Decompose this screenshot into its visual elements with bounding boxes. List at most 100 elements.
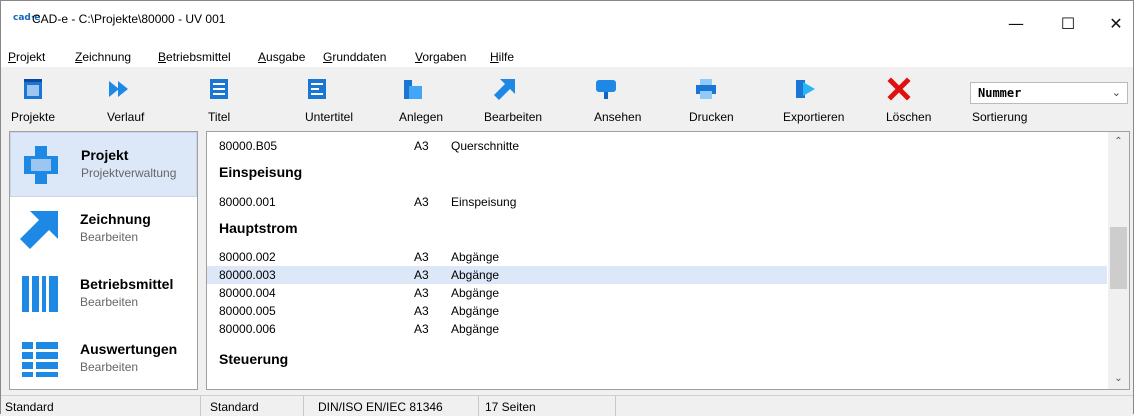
scroll-up-icon[interactable]: ⌃ [1108,132,1129,152]
sheet-format: A3 [414,322,429,336]
printer-icon [696,79,716,99]
sheet-description: Abgänge [451,286,500,300]
sheet-format: A3 [414,250,429,264]
status-bar: Standard Standard DIN/ISO EN/IEC 81346 1… [1,395,1133,416]
sheet-description: Querschnitte [451,139,520,153]
list-item[interactable]: 80000.B05 A3 Querschnitte [207,137,1107,155]
sheet-format: A3 [414,195,429,209]
sheet-list: 80000.B05 A3 Querschnitte Einspeisung 80… [206,131,1130,390]
status-cell-standard: Standard [1,396,201,416]
drawing-arrow-icon [20,211,58,249]
nav-item-subtitle: Bearbeiten [80,295,139,309]
menu-vorgaben[interactable]: Vorgaben [415,50,466,64]
nav-item-projekt[interactable]: Projekt Projektverwaltung [10,132,197,197]
history-forward-icon [109,81,128,97]
verlauf-label: Verlauf [107,110,145,124]
sheet-description: Abgänge [451,322,500,336]
menu-ausgabe[interactable]: Ausgabe [258,50,305,64]
list-item[interactable]: 80000.002 A3 Abgänge [207,248,1107,266]
drucken-label: Drucken [689,110,734,124]
nav-item-title: Projekt [81,147,129,163]
nav-item-betriebsmittel[interactable]: Betriebsmittel Bearbeiten [10,262,197,327]
projekte-label: Projekte [11,110,56,124]
sort-select[interactable]: Nummer ⌄ [970,82,1128,104]
untertitel-button[interactable]: Untertitel [291,67,371,127]
scroll-thumb[interactable] [1110,227,1127,289]
subtitle-sheet-icon [308,79,326,99]
nav-item-subtitle: Projektverwaltung [81,166,177,180]
title-sheet-icon [210,79,228,99]
exportieren-label: Exportieren [783,110,845,124]
titel-button[interactable]: Titel [201,67,261,127]
sheet-format: A3 [414,304,429,318]
minimize-button[interactable]: — [993,1,1039,45]
sheet-description: Abgänge [451,250,500,264]
sheet-format: A3 [414,268,429,282]
group-header[interactable]: Steuerung [219,351,288,367]
sheet-description: Abgänge [451,304,500,318]
sheet-number: 80000.003 [219,268,276,282]
drucken-button[interactable]: Drucken [681,67,751,127]
exportieren-button[interactable]: Exportieren [779,67,859,127]
create-icon [404,80,422,99]
menu-grunddaten[interactable]: Grunddaten [323,50,386,64]
close-button[interactable]: ✕ [1093,1,1134,45]
maximize-button[interactable]: ☐ [1045,1,1091,45]
verlauf-button[interactable]: Verlauf [93,67,163,127]
nav-item-title: Zeichnung [80,211,151,227]
untertitel-label: Untertitel [305,110,354,124]
titel-label: Titel [208,110,231,124]
nav-item-title: Auswertungen [80,341,178,357]
list-item[interactable]: 80000.005 A3 Abgänge [207,302,1107,320]
menu-bar: Projekt Zeichnung Betriebsmittel Ausgabe… [1,45,1133,67]
sheet-number: 80000.006 [219,322,276,336]
view-icon [596,80,616,99]
sort-label: Sortierung [972,110,1028,124]
projekte-button[interactable]: Projekte [1,67,81,127]
menu-betriebsmittel[interactable]: Betriebsmittel [158,50,231,64]
loeschen-label: Löschen [886,110,932,124]
nav-item-zeichnung[interactable]: Zeichnung Bearbeiten [10,197,197,262]
sheet-number: 80000.004 [219,286,276,300]
ansehen-label: Ansehen [594,110,642,124]
sheet-description: Einspeisung [451,195,517,209]
edit-arrow-icon [494,79,515,100]
status-cell-standard-2: Standard [206,396,304,416]
list-item-selected[interactable]: 80000.003 A3 Abgänge [207,266,1107,284]
sheet-format: A3 [414,286,429,300]
reports-icon [22,342,58,377]
group-header[interactable]: Einspeisung [219,164,302,180]
menu-zeichnung[interactable]: Zeichnung [75,50,131,64]
bearbeiten-label: Bearbeiten [484,110,543,124]
nav-item-subtitle: Bearbeiten [80,360,139,374]
toolbar: Projekte Verlauf Titel Untertitel Anlege… [1,67,1133,129]
list-item[interactable]: 80000.006 A3 Abgänge [207,320,1107,338]
project-icon [24,146,58,184]
ansehen-button[interactable]: Ansehen [585,67,655,127]
delete-x-icon [887,77,911,101]
sheet-number: 80000.001 [219,195,276,209]
list-item[interactable]: 80000.001 A3 Einspeisung [207,193,1107,211]
anlegen-button[interactable]: Anlegen [387,67,467,127]
list-item[interactable]: 80000.004 A3 Abgänge [207,284,1107,302]
nav-item-title: Betriebsmittel [80,276,174,292]
nav-item-subtitle: Bearbeiten [80,230,139,244]
anlegen-label: Anlegen [399,110,444,124]
scroll-down-icon[interactable]: ⌄ [1108,369,1129,389]
sheet-number: 80000.005 [219,304,276,318]
sort-select-value: Nummer [978,86,1022,100]
sheet-description: Abgänge [451,268,500,282]
menu-hilfe[interactable]: Hilfe [490,50,514,64]
nav-panel: Projekt Projektverwaltung Zeichnung Bear… [9,131,198,390]
vertical-scrollbar[interactable]: ⌃ ⌄ [1108,132,1129,389]
equipment-icon [22,276,58,312]
chevron-down-icon: ⌄ [1111,87,1121,99]
title-bar: cad·e CAD-e - C:\Projekte\80000 - UV 001… [1,1,1133,45]
bearbeiten-button[interactable]: Bearbeiten [479,67,559,127]
menu-projekt[interactable]: Projekt [8,50,45,64]
sheet-number: 80000.002 [219,250,276,264]
window-title: CAD-e - C:\Projekte\80000 - UV 001 [32,12,226,26]
nav-item-auswertungen[interactable]: Auswertungen Bearbeiten [10,327,197,392]
group-header[interactable]: Hauptstrom [219,220,298,236]
loeschen-button[interactable]: Löschen [877,67,947,127]
